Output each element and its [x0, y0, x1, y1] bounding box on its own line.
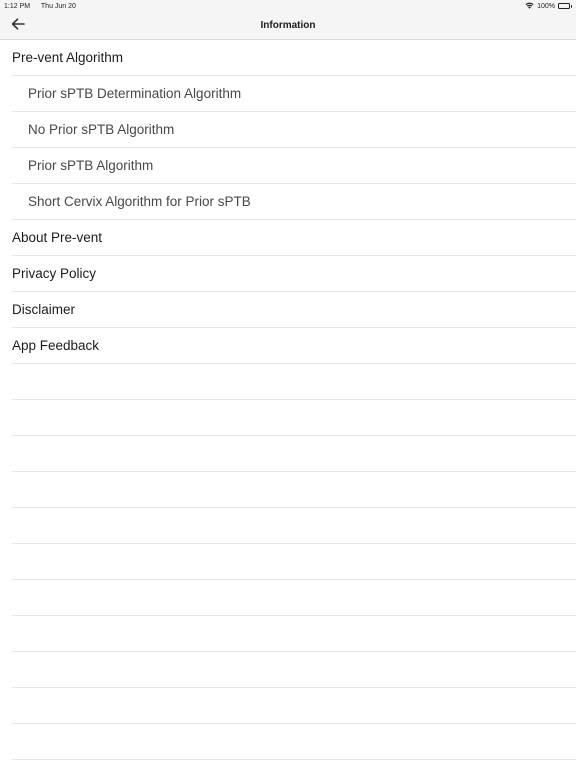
empty-row [12, 688, 576, 724]
navigation-bar: Information [0, 12, 576, 40]
list-item-app-feedback[interactable]: App Feedback [12, 328, 576, 364]
list-item-short-cervix[interactable]: Short Cervix Algorithm for Prior sPTB [12, 184, 576, 220]
empty-row [12, 472, 576, 508]
list-item-label: About Pre-vent [12, 230, 103, 245]
empty-row [12, 400, 576, 436]
battery-percent: 100% [537, 2, 555, 10]
status-time: 1:12 PM [4, 2, 31, 10]
empty-row [12, 364, 576, 400]
list-item-label: App Feedback [12, 338, 100, 353]
list-item-label: Pre-vent Algorithm [12, 50, 124, 65]
list-item-label: Privacy Policy [12, 266, 97, 281]
empty-row [12, 724, 576, 760]
list-item-label: Disclaimer [12, 302, 76, 317]
empty-row [12, 652, 576, 688]
arrow-left-icon [11, 17, 25, 35]
list-item-label: Prior sPTB Determination Algorithm [28, 86, 242, 101]
empty-row [12, 580, 576, 616]
empty-row [12, 544, 576, 580]
status-bar: 1:12 PM Thu Jun 20 100% [0, 0, 576, 12]
status-right: 100% [525, 2, 572, 11]
status-date: Thu Jun 20 [40, 2, 76, 10]
list-item-about[interactable]: About Pre-vent [12, 220, 576, 256]
list-item-label: No Prior sPTB Algorithm [28, 122, 175, 137]
list-item-prior-sptb[interactable]: Prior sPTB Algorithm [12, 148, 576, 184]
information-list: Pre-vent Algorithm Prior sPTB Determinat… [0, 40, 576, 760]
empty-row [12, 508, 576, 544]
status-left: 1:12 PM Thu Jun 20 [4, 3, 85, 10]
empty-row [12, 616, 576, 652]
battery-icon [558, 3, 572, 9]
list-item-label: Prior sPTB Algorithm [28, 158, 154, 173]
list-item-disclaimer[interactable]: Disclaimer [12, 292, 576, 328]
wifi-icon [525, 2, 534, 11]
page-title: Information [260, 20, 316, 31]
list-item-label: Short Cervix Algorithm for Prior sPTB [28, 194, 251, 209]
back-button[interactable] [8, 16, 28, 36]
empty-row [12, 436, 576, 472]
list-item-prior-sptb-determination[interactable]: Prior sPTB Determination Algorithm [12, 76, 576, 112]
list-item-privacy-policy[interactable]: Privacy Policy [12, 256, 576, 292]
list-item-no-prior-sptb[interactable]: No Prior sPTB Algorithm [12, 112, 576, 148]
list-item-pre-vent-algorithm[interactable]: Pre-vent Algorithm [12, 40, 576, 76]
